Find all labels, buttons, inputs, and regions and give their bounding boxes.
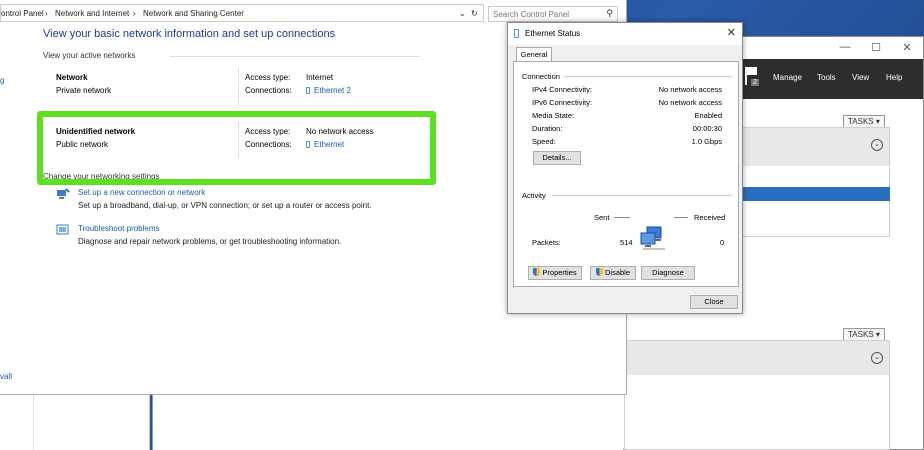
- shield-icon: [533, 268, 541, 276]
- search-box: ⚲: [488, 6, 618, 22]
- network-name: Network: [56, 73, 88, 82]
- tasks-label: TASKS: [848, 117, 874, 126]
- ethernet-icon: [514, 29, 519, 38]
- menu-view[interactable]: View: [852, 73, 869, 82]
- close-icon[interactable]: ✕: [727, 26, 736, 39]
- separator: [170, 56, 420, 57]
- tab-general[interactable]: General: [516, 47, 552, 62]
- menu-manage[interactable]: Manage: [773, 73, 802, 82]
- disable-label: Disable: [604, 268, 630, 277]
- network-type: Private network: [56, 86, 112, 95]
- row-value: No network access: [658, 85, 722, 94]
- row-value: 00:00:30: [692, 124, 722, 133]
- breadcrumb-network-internet[interactable]: Network and Internet: [55, 9, 129, 18]
- row-key: Speed:: [532, 137, 556, 146]
- divider: [652, 236, 653, 244]
- connection-link-ethernet-2[interactable]: Ethernet 2: [306, 86, 351, 95]
- access-type-label: Access type:: [245, 73, 291, 82]
- diagnose-button[interactable]: Diagnose: [641, 266, 695, 280]
- disable-button[interactable]: Disable: [590, 266, 636, 280]
- general-tab-panel: Connection IPv4 Connectivity: No network …: [513, 61, 739, 287]
- properties-button[interactable]: Properties: [528, 266, 582, 280]
- left-nav-link[interactable]: g: [0, 76, 4, 85]
- troubleshoot-icon: [56, 224, 69, 235]
- access-type-value: Internet: [306, 73, 334, 82]
- menu-help[interactable]: Help: [886, 73, 902, 82]
- received-label: Received: [694, 213, 726, 222]
- speed-row: Speed: 1.0 Gbps: [532, 137, 722, 148]
- row-key: IPv6 Connectivity:: [532, 98, 593, 107]
- row-key: Duration:: [532, 124, 563, 133]
- left-nav-link[interactable]: vall: [0, 372, 12, 381]
- new-connection-icon: [57, 188, 70, 199]
- row-value: Enabled: [694, 111, 722, 120]
- details-button[interactable]: Details...: [533, 151, 581, 165]
- properties-label: Properties: [542, 268, 577, 277]
- close-button[interactable]: Close: [690, 295, 738, 309]
- connections-label: Connections:: [245, 86, 292, 95]
- active-networks-label-text: View your active networks: [43, 51, 136, 60]
- menu-tools[interactable]: Tools: [817, 73, 836, 82]
- duration-row: Duration: 00:00:30: [532, 124, 722, 135]
- sm-panel-2-header: [625, 341, 889, 375]
- received-line: [674, 217, 688, 218]
- search-icon[interactable]: ⚲: [606, 8, 613, 19]
- divider: [238, 68, 239, 106]
- packets-sent: 514: [620, 238, 633, 247]
- chevron-right-icon: ›: [45, 9, 48, 18]
- ethernet-icon: [306, 87, 310, 94]
- packets-label: Packets:: [532, 238, 561, 247]
- breadcrumb-network-sharing-center[interactable]: Network and Sharing Center: [143, 9, 244, 18]
- notification-badge: 2: [751, 79, 759, 86]
- highlight-box: [37, 111, 436, 185]
- active-networks-label: View your active networks: [43, 51, 135, 60]
- setup-connection-link[interactable]: Set up a new connection or network: [78, 188, 205, 197]
- collapse-icon[interactable]: ⌄: [871, 352, 883, 364]
- ipv4-row: IPv4 Connectivity: No network access: [532, 85, 722, 96]
- setup-connection-desc: Set up a broadband, dial-up, or VPN conn…: [78, 201, 372, 210]
- sm-panel-2: [624, 340, 890, 450]
- divider: [33, 395, 34, 450]
- search-input[interactable]: [493, 9, 601, 20]
- media-state-row: Media State: Enabled: [532, 111, 722, 122]
- bottom-pane: [153, 395, 623, 450]
- sent-label: Sent: [594, 213, 610, 222]
- group-line: [552, 195, 732, 196]
- bottom-pane-left: [0, 395, 150, 450]
- connection-group-label: Connection: [522, 72, 563, 81]
- row-key: Media State:: [532, 111, 575, 120]
- close-icon[interactable]: ✕: [893, 41, 921, 54]
- maximize-icon[interactable]: ☐: [862, 41, 890, 54]
- collapse-icon[interactable]: ⌄: [871, 139, 883, 151]
- row-value: No network access: [658, 98, 722, 107]
- ethernet-status-dialog: Ethernet Status ✕ General Connection IPv…: [507, 22, 743, 314]
- address-bar[interactable]: ontrol Panel › Network and Internet › Ne…: [0, 4, 484, 22]
- network-1: Network Private network: [56, 73, 236, 95]
- troubleshoot-desc: Diagnose and repair network problems, or…: [78, 237, 342, 246]
- shield-icon: [595, 268, 603, 276]
- dialog-titlebar: Ethernet Status ✕: [508, 23, 742, 45]
- row-key: IPv4 Connectivity:: [532, 85, 593, 94]
- computers-icon: [640, 226, 665, 250]
- connection-name: Ethernet 2: [314, 86, 351, 95]
- sent-line: [614, 217, 630, 218]
- troubleshoot-link[interactable]: Troubleshoot problems: [78, 224, 160, 233]
- chevron-down-icon[interactable]: ⌄: [459, 9, 466, 18]
- ipv6-row: IPv6 Connectivity: No network access: [532, 98, 722, 109]
- refresh-icon[interactable]: ↻: [471, 9, 478, 18]
- chevron-right-icon: ›: [133, 9, 136, 18]
- page-title: View your basic network information and …: [43, 28, 336, 40]
- tasks-label: TASKS: [848, 330, 874, 339]
- dialog-title: Ethernet Status: [525, 29, 581, 38]
- network-1-access: Access type: Internet Connections: Etherne…: [245, 73, 425, 99]
- breadcrumb-control-panel[interactable]: ontrol Panel: [1, 9, 44, 18]
- row-value: 1.0 Gbps: [691, 137, 722, 146]
- activity-group-label: Activity: [522, 191, 549, 200]
- group-line: [564, 76, 732, 77]
- minimize-icon[interactable]: —: [831, 41, 859, 53]
- packets-received: 0: [720, 238, 725, 247]
